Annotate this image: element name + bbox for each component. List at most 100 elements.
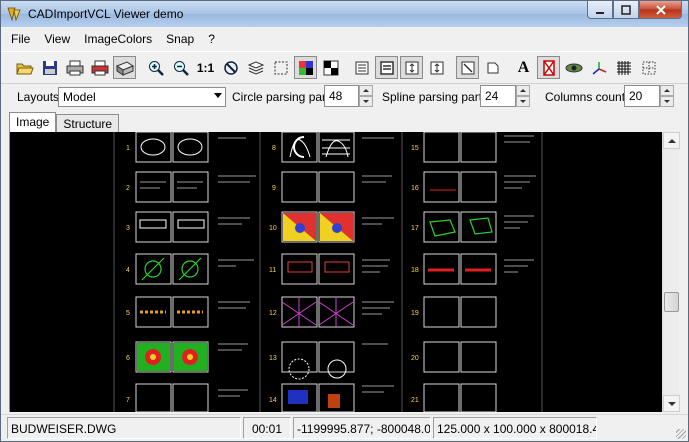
zoom-in-button[interactable] bbox=[144, 56, 167, 79]
zoom-in-icon bbox=[148, 60, 164, 76]
print-button[interactable] bbox=[63, 56, 86, 79]
corner-frame-icon bbox=[487, 62, 498, 73]
text-lines-icon bbox=[355, 61, 368, 74]
spin-down-icon[interactable] bbox=[359, 96, 373, 107]
cancel-draw-button[interactable] bbox=[537, 56, 560, 79]
minimize-button[interactable] bbox=[587, 1, 613, 19]
row-number: 14 bbox=[269, 397, 277, 404]
save-button[interactable] bbox=[38, 56, 61, 79]
zoom-extents-button[interactable] bbox=[219, 56, 242, 79]
layers-button[interactable] bbox=[244, 56, 267, 79]
eye-icon bbox=[565, 63, 582, 72]
grid-button[interactable] bbox=[612, 56, 635, 79]
spin-down-icon[interactable] bbox=[516, 96, 530, 107]
grid-icon bbox=[616, 60, 631, 75]
drawing-canvas[interactable]: 1 2 3 4 5 6 7 8 9 10 11 12 13 14 15 16 1… bbox=[9, 132, 662, 412]
open-folder-icon bbox=[15, 63, 34, 74]
floppy-icon bbox=[42, 60, 57, 75]
row-number: 7 bbox=[126, 397, 130, 404]
diagonal-button[interactable] bbox=[456, 56, 479, 79]
zoom-out-button[interactable] bbox=[169, 56, 192, 79]
circle-parts-spinner[interactable] bbox=[359, 85, 373, 107]
row-number: 19 bbox=[411, 310, 419, 317]
text-box-icon bbox=[379, 60, 394, 75]
spin-down-icon[interactable] bbox=[660, 96, 674, 107]
toolbar: 1:1 A bbox=[1, 51, 688, 83]
vertical-fit-button[interactable] bbox=[400, 56, 423, 79]
row-number: 17 bbox=[411, 225, 419, 232]
row-number: 1 bbox=[126, 145, 130, 152]
zoom-actual-button[interactable]: 1:1 bbox=[194, 56, 217, 79]
print-preview-button[interactable] bbox=[88, 56, 111, 79]
menu-file[interactable]: File bbox=[1, 32, 37, 46]
text-tool-button[interactable]: A bbox=[512, 56, 535, 79]
status-time: 00:01 bbox=[243, 417, 291, 439]
plotter-icon bbox=[115, 60, 134, 76]
text-box-button[interactable] bbox=[375, 56, 398, 79]
printer-icon bbox=[66, 60, 83, 75]
snap-grid-icon bbox=[642, 61, 655, 74]
spline-parts-input[interactable]: 24 bbox=[480, 85, 516, 107]
tab-structure[interactable]: Structure bbox=[56, 114, 120, 133]
plot-button[interactable] bbox=[113, 56, 136, 79]
zoom-actual-label: 1:1 bbox=[196, 60, 215, 75]
crossed-box-icon bbox=[542, 59, 555, 76]
circle-parts-label: Circle parsing parts: bbox=[232, 90, 339, 104]
menu-view[interactable]: View bbox=[37, 32, 77, 46]
scroll-up-icon[interactable] bbox=[663, 132, 680, 149]
fit-button[interactable] bbox=[269, 56, 292, 79]
corner-button[interactable] bbox=[481, 56, 504, 79]
color-mode-button[interactable] bbox=[294, 56, 317, 79]
layouts-combo[interactable]: Model bbox=[58, 87, 226, 107]
scrollbar-thumb[interactable] bbox=[664, 292, 679, 312]
scroll-down-icon[interactable] bbox=[663, 395, 680, 412]
row-number: 18 bbox=[411, 267, 419, 274]
options-bar: Layouts: Model Circle parsing parts: 48 … bbox=[1, 83, 688, 109]
cad-drawing: 1 2 3 4 5 6 7 8 9 10 11 12 13 14 15 16 1… bbox=[113, 132, 543, 412]
menu-help[interactable]: ? bbox=[201, 32, 222, 46]
spline-parts-label: Spline parsing parts: bbox=[382, 90, 492, 104]
title-bar: CADImportVCL Viewer demo bbox=[1, 1, 688, 27]
row-number: 5 bbox=[126, 310, 130, 317]
row-number: 3 bbox=[126, 225, 130, 232]
resize-grip-icon[interactable] bbox=[676, 429, 686, 439]
spin-up-icon[interactable] bbox=[660, 85, 674, 96]
menu-snap[interactable]: Snap bbox=[159, 32, 201, 46]
color-squares-icon bbox=[298, 60, 313, 75]
row-number: 2 bbox=[126, 185, 130, 192]
row-number: 20 bbox=[411, 355, 419, 362]
spline-parts-spinner[interactable] bbox=[516, 85, 530, 107]
circle-parts-value: 48 bbox=[329, 89, 343, 103]
vertical-fit2-button[interactable] bbox=[425, 56, 448, 79]
close-button[interactable] bbox=[639, 1, 682, 19]
vertical-scrollbar[interactable] bbox=[662, 132, 680, 412]
snap-grid-button[interactable] bbox=[637, 56, 660, 79]
tab-image[interactable]: Image bbox=[9, 112, 57, 133]
eye-button[interactable] bbox=[562, 56, 585, 79]
zoom-extents-icon bbox=[223, 60, 238, 75]
chevron-down-icon bbox=[214, 93, 222, 98]
menu-imagecolors[interactable]: ImageColors bbox=[77, 32, 159, 46]
layers-icon bbox=[247, 60, 264, 75]
app-window: CADImportVCL Viewer demo File View Image… bbox=[0, 0, 689, 442]
layouts-value: Model bbox=[63, 90, 96, 104]
spin-up-icon[interactable] bbox=[516, 85, 530, 96]
columns-count-input[interactable]: 20 bbox=[624, 85, 660, 107]
status-bar: BUDWEISER.DWG 00:01 -1199995.877; -80004… bbox=[1, 414, 688, 441]
maximize-button[interactable] bbox=[613, 1, 639, 19]
axes-button[interactable] bbox=[587, 56, 610, 79]
zoom-out-icon bbox=[173, 60, 189, 76]
text-lines-button[interactable] bbox=[350, 56, 373, 79]
bw-mode-button[interactable] bbox=[319, 56, 342, 79]
circle-parts-input[interactable]: 48 bbox=[324, 85, 359, 107]
columns-count-spinner[interactable] bbox=[660, 85, 674, 107]
spin-up-icon[interactable] bbox=[359, 85, 373, 96]
row-number: 8 bbox=[272, 145, 276, 152]
open-button[interactable] bbox=[13, 56, 36, 79]
row-number: 13 bbox=[269, 355, 277, 362]
black-white-icon bbox=[323, 60, 338, 75]
row-number: 21 bbox=[411, 397, 419, 404]
row-number: 10 bbox=[269, 225, 277, 232]
row-number: 4 bbox=[126, 267, 130, 274]
dashed-frame-icon bbox=[274, 61, 287, 74]
